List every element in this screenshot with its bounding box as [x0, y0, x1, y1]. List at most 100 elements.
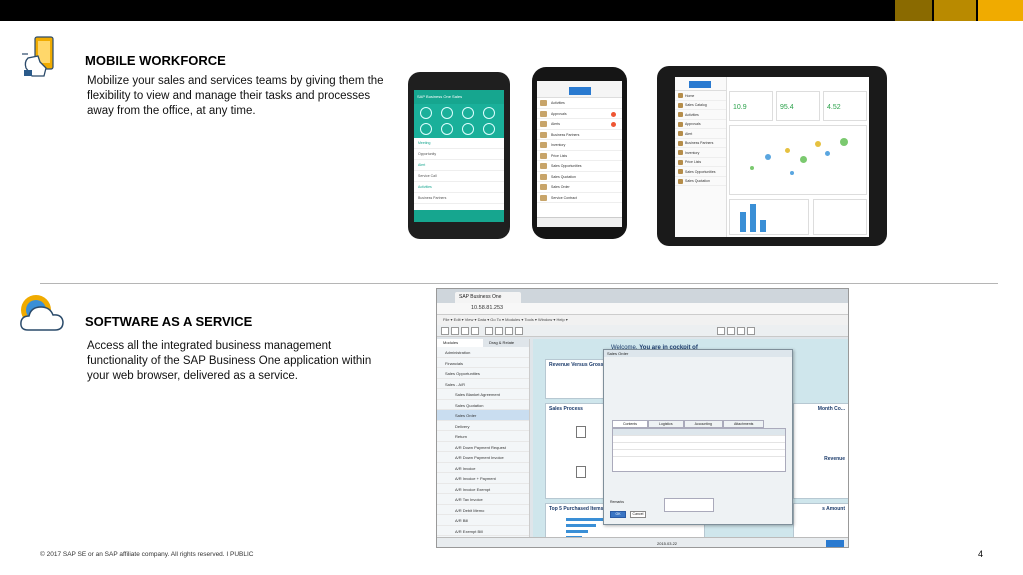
module-tree-item[interactable]: Return [437, 431, 529, 442]
cancel-button[interactable]: Cancel [630, 511, 646, 518]
android-row: Business Partners [414, 193, 504, 204]
iphone-menu-item: Sales Opportunities [537, 161, 622, 172]
left-tabs: Modules Drag & Relate [437, 339, 529, 347]
module-tree-item[interactable]: Sales - A/R [437, 379, 529, 389]
android-phone-image: SAP Business One Sales Meeting Opportuni… [408, 72, 510, 239]
ipad-menu-item: Business Partners [675, 139, 726, 148]
remarks-label: Remarks [610, 500, 625, 504]
iphone-menu-item: Sales Order [537, 182, 622, 193]
ok-button[interactable]: OK [610, 511, 626, 518]
iphone-menu-item: Activities [537, 98, 622, 109]
app-toolbar [437, 325, 848, 337]
items-grid[interactable] [612, 428, 786, 472]
tab-contents[interactable]: Contents [612, 420, 649, 428]
module-tree-item[interactable]: A/R Down Payment Request [437, 442, 529, 452]
color-swatch-2 [934, 0, 976, 21]
module-tree-item[interactable]: Financials [437, 358, 529, 368]
tab-drag-relate[interactable]: Drag & Relate [483, 339, 529, 347]
toolbar-icon[interactable] [451, 327, 459, 335]
module-tree-item[interactable]: Delivery [437, 421, 529, 431]
ipad-menu-item: Price Lists [675, 158, 726, 167]
toolbar-icon[interactable] [495, 327, 503, 335]
toolbar-icon[interactable] [747, 327, 755, 335]
module-tree-item[interactable]: A/R Debit Memo [437, 505, 529, 515]
ipad-menu-item: Sales Quotation [675, 177, 726, 186]
color-swatch-1 [895, 0, 932, 21]
iphone-menu-item: Business Partners [537, 130, 622, 140]
dialog-tabs: Contents Logistics Accounting Attachment… [612, 420, 765, 428]
cloud-icon [20, 295, 64, 331]
document-icon[interactable] [576, 466, 586, 478]
android-row: Alert [414, 160, 504, 171]
module-tree-item[interactable]: Sales Order [437, 410, 529, 421]
module-tree-item[interactable]: Sales Opportunities [437, 368, 529, 379]
android-tiles [414, 104, 504, 138]
ipad-screen: Home Sales Catalog Activities Approvals … [675, 77, 869, 237]
copyright-footer: © 2017 SAP SE or an SAP affiliate compan… [40, 551, 254, 558]
module-tree-item[interactable]: A/R Tax Invoice [437, 494, 529, 505]
page-number: 4 [977, 549, 983, 559]
ipad-menu-item: Activities [675, 110, 726, 120]
document-icon[interactable] [576, 426, 586, 438]
tab-logistics[interactable]: Logistics [648, 420, 684, 428]
sap-logo-icon [689, 81, 711, 88]
tab-attachments[interactable]: Attachments [722, 420, 765, 428]
toolbar-icon[interactable] [471, 327, 479, 335]
android-row: Opportunity [414, 149, 504, 160]
saas-description: Access all the integrated business manag… [87, 340, 372, 382]
iphone-menu-item: Sales Quotation [537, 172, 622, 182]
ipad-menu-item: Sales Catalog [675, 101, 726, 110]
toolbar-icon[interactable] [485, 327, 493, 335]
iphone-menu-item: Service Contract [537, 193, 622, 203]
tab-accounting[interactable]: Accounting [683, 420, 723, 428]
browser-tab-strip: SAP Business One [437, 289, 848, 303]
line-chart-panel [813, 199, 867, 235]
android-screen: SAP Business One Sales Meeting Opportuni… [414, 90, 504, 222]
module-tree-item[interactable]: A/R Bill [437, 515, 529, 526]
module-tree-item[interactable]: A/R Invoice [437, 463, 529, 473]
toolbar-icon[interactable] [717, 327, 725, 335]
app-menu-bar[interactable]: File ▾ Edit ▾ View ▾ Data ▾ Go To ▾ Modu… [437, 315, 848, 325]
toolbar-icon[interactable] [727, 327, 735, 335]
module-tree-item[interactable]: A/R Invoice Exempt [437, 484, 529, 494]
bubble-chart [729, 125, 867, 195]
remarks-field[interactable] [664, 498, 714, 512]
toolbar-icon[interactable] [461, 327, 469, 335]
cockpit-area: Welcome, You are in cockpit of Revenue V… [533, 339, 848, 547]
dialog-title: Sales Order [604, 350, 792, 357]
module-tree-item[interactable]: Administration [437, 347, 529, 358]
browser-window: SAP Business One 10.58.81.253 File ▾ Edi… [436, 288, 849, 548]
ipad-menu-item: Inventory [675, 148, 726, 158]
android-footer [414, 210, 504, 222]
toolbar-icon[interactable] [737, 327, 745, 335]
module-tree-item[interactable]: A/R Invoice + Payment [437, 473, 529, 484]
kpi-tile: 95.4 [776, 91, 820, 121]
status-bar: 2015.03.22 [437, 537, 848, 547]
sap-logo-icon [569, 87, 591, 95]
module-tree-item[interactable]: A/R Exempt Bill [437, 526, 529, 536]
module-tree-item[interactable]: A/R Down Payment Invoice [437, 452, 529, 463]
mobile-workforce-description: Mobilize your sales and services teams b… [87, 75, 384, 117]
ipad-sidebar: Home Sales Catalog Activities Approvals … [675, 77, 727, 237]
tab-modules[interactable]: Modules [437, 339, 483, 347]
android-row: Service Call [414, 171, 504, 182]
module-tree-item[interactable]: Sales Quotation [437, 400, 529, 410]
mobile-workforce-title: MOBILE WORKFORCE [85, 53, 226, 68]
kpi-tile: 4.52 [823, 91, 867, 121]
color-swatch-3 [978, 0, 1023, 21]
status-date: 2015.03.22 [657, 541, 678, 546]
top-bar [0, 0, 1023, 21]
address-bar[interactable]: 10.58.81.253 [437, 303, 848, 315]
sales-order-dialog: Sales Order Contents Logistics Accountin… [603, 349, 793, 525]
section-divider [40, 283, 998, 284]
toolbar-icon[interactable] [441, 327, 449, 335]
iphone-image: Activities Approvals Alerts Business Par… [532, 67, 627, 239]
module-tree-item[interactable]: Sales Blanket Agreement [437, 389, 529, 400]
toolbar-icon[interactable] [505, 327, 513, 335]
iphone-menu-item: Inventory [537, 140, 622, 151]
toolbar-icon[interactable] [515, 327, 523, 335]
iphone-menu-item: Approvals [537, 109, 622, 119]
iphone-screen: Activities Approvals Alerts Business Par… [537, 81, 622, 227]
browser-tab[interactable]: SAP Business One [455, 292, 521, 303]
ipad-menu-item: Alert [675, 129, 726, 139]
